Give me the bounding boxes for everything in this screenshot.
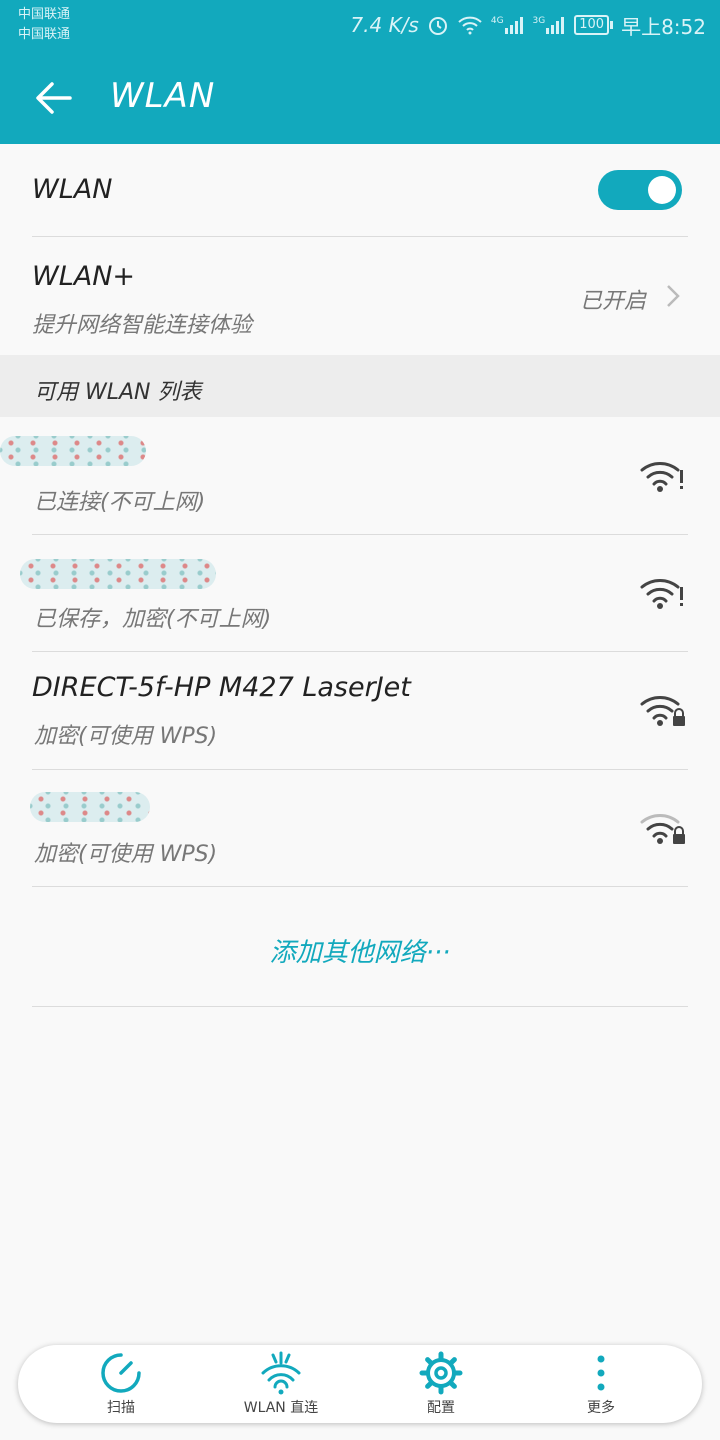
signal-4g-icon: 4G <box>491 16 525 34</box>
scan-icon <box>99 1351 143 1399</box>
more-button[interactable]: 更多 <box>531 1345 671 1423</box>
battery-level: 100 <box>574 15 610 35</box>
status-indicators: 7.4 K/s 4G 3G 100 早上8:52 <box>350 10 706 40</box>
wlan-toggle-label: WLAN <box>32 174 113 205</box>
signal-3g-icon: 3G <box>533 16 567 34</box>
net-3g-label: 3G <box>532 16 546 26</box>
bottom-toolbar: 扫描 WLAN 直连 配置 更多 <box>18 1345 702 1423</box>
divider <box>32 1006 688 1007</box>
config-label: 配置 <box>427 1400 455 1416</box>
network-item[interactable]: 已连接(不可上网) <box>0 418 720 535</box>
config-button[interactable]: 配置 <box>371 1345 511 1423</box>
clock: 早上8:52 <box>621 14 706 39</box>
network-speed: 7.4 K/s <box>350 13 419 37</box>
network-state: 已保存，加密(不可上网) <box>34 607 272 632</box>
gear-icon <box>419 1351 463 1399</box>
switch-knob <box>648 176 676 204</box>
wifi-direct-label: WLAN 直连 <box>243 1400 319 1416</box>
network-item[interactable]: DIRECT-5f-HP M427 LaserJet 加密(可使用 WPS) <box>0 652 720 769</box>
wifi-direct-button[interactable]: WLAN 直连 <box>211 1345 351 1423</box>
wifi-lock-icon <box>640 692 686 732</box>
wifi-lock-icon <box>640 810 686 850</box>
net-4g-label: 4G <box>490 16 504 26</box>
add-network-label: 添加其他网络··· <box>269 938 451 968</box>
divider <box>32 886 688 887</box>
wlan-plus-subtitle: 提升网络智能连接体验 <box>32 313 253 338</box>
wifi-direct-icon <box>259 1351 303 1399</box>
carrier-2: 中国联通 <box>18 27 71 42</box>
wifi-warning-icon <box>640 458 686 498</box>
redacted-ssid <box>30 792 150 822</box>
add-network-button[interactable]: 添加其他网络··· <box>0 888 720 1006</box>
wlan-plus-status: 已开启 <box>580 289 647 314</box>
chevron-right-icon <box>664 283 682 313</box>
wlan-switch[interactable] <box>598 170 682 210</box>
more-label: 更多 <box>587 1400 615 1416</box>
scan-button[interactable]: 扫描 <box>51 1345 191 1423</box>
redacted-ssid <box>0 436 146 466</box>
available-networks-header: 可用 WLAN 列表 <box>0 355 720 417</box>
network-item[interactable]: 已保存，加密(不可上网) <box>0 535 720 652</box>
battery-icon: 100 <box>574 15 614 35</box>
app-bar: WLAN <box>0 50 720 144</box>
page-title: WLAN <box>110 76 216 116</box>
wifi-status-icon <box>457 15 483 35</box>
wlan-plus-row[interactable]: WLAN+ 提升网络智能连接体验 已开启 <box>0 237 720 355</box>
redacted-ssid <box>20 559 216 589</box>
alarm-icon <box>427 14 449 36</box>
wifi-warning-icon <box>640 575 686 615</box>
status-bar: 中国联通 中国联通 7.4 K/s 4G 3G 100 早上8:52 <box>0 0 720 50</box>
back-arrow-icon[interactable] <box>30 76 78 120</box>
more-vertical-icon <box>579 1351 623 1399</box>
network-state: 加密(可使用 WPS) <box>34 724 218 749</box>
network-ssid: DIRECT-5f-HP M427 LaserJet <box>32 672 411 703</box>
section-title: 可用 WLAN 列表 <box>34 380 202 405</box>
scan-label: 扫描 <box>107 1400 135 1416</box>
network-state: 已连接(不可上网) <box>34 490 206 515</box>
wlan-plus-title: WLAN+ <box>32 261 136 292</box>
network-state: 加密(可使用 WPS) <box>34 842 218 867</box>
carrier-info: 中国联通 中国联通 <box>18 5 70 45</box>
carrier-1: 中国联通 <box>18 7 71 22</box>
network-item[interactable]: 加密(可使用 WPS) <box>0 770 720 887</box>
